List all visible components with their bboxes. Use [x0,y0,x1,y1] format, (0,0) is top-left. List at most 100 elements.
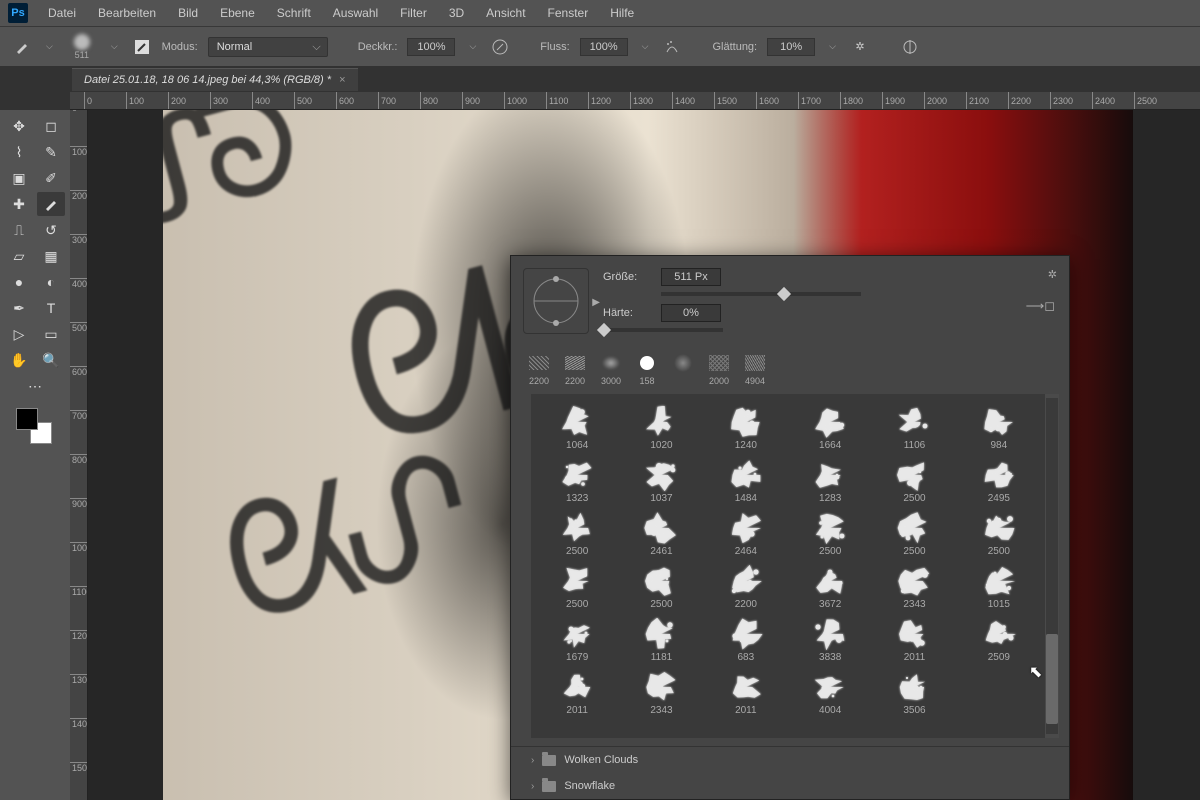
chevron-down-icon[interactable]: ⌵ [465,41,480,52]
eyedropper-tool[interactable]: ✐ [37,166,65,190]
menu-fenster[interactable]: Fenster [538,2,599,24]
gear-icon[interactable]: ✲ [850,37,870,57]
hardness-input[interactable]: 0% [661,304,721,322]
menu-auswahl[interactable]: Auswahl [323,2,388,24]
hand-tool[interactable]: ✋ [5,348,33,372]
brush-preview[interactable]: 511 [67,32,97,62]
brush-preset[interactable]: 2343 [872,561,956,614]
path-select-tool[interactable]: ▷ [5,322,33,346]
marquee-tool[interactable]: ◻ [37,114,65,138]
brush-preset[interactable]: 1015 [957,561,1041,614]
brush-preset[interactable]: 2500 [957,508,1041,561]
menu-schrift[interactable]: Schrift [267,2,321,24]
brush-preset[interactable]: 3506 [872,667,956,720]
chevron-down-icon[interactable]: ⌵ [638,41,653,52]
brush-preset[interactable]: 2011 [535,667,619,720]
recent-brush[interactable]: 158 [631,352,663,386]
size-input[interactable]: 511 Px [661,268,721,286]
brush-preset[interactable]: 2011 [704,667,788,720]
dodge-tool[interactable]: ◐ [37,270,65,294]
flow-input[interactable]: 100% [580,38,628,56]
more-tools[interactable]: ⋯ [21,374,49,398]
brush-preset[interactable]: 1181 [619,614,703,667]
chevron-down-icon[interactable]: ⌵ [42,41,57,52]
menu-ansicht[interactable]: Ansicht [476,2,535,24]
size-slider[interactable] [661,292,861,296]
recent-brush[interactable]: 2000 [703,352,735,386]
opacity-input[interactable]: 100% [407,38,455,56]
foreground-color[interactable] [16,408,38,430]
type-tool[interactable]: T [37,296,65,320]
brush-preset[interactable]: 2500 [872,455,956,508]
brush-preset[interactable]: 1664 [788,402,872,455]
scrollbar[interactable] [1045,394,1059,738]
blend-mode-select[interactable]: Normal [208,37,328,57]
smoothing-input[interactable]: 10% [767,38,815,56]
brush-preset[interactable]: 1037 [619,455,703,508]
menu-3d[interactable]: 3D [439,2,474,24]
history-brush-tool[interactable]: ↺ [37,218,65,242]
brush-preset[interactable]: 2200 [704,561,788,614]
chevron-down-icon[interactable]: ⌵ [825,41,840,52]
tool-preset-icon[interactable] [12,37,32,57]
brush-grid[interactable]: 1064102012401664110698413231037148412832… [531,394,1045,738]
brush-folder[interactable]: ›Snowflake [511,773,1069,799]
brush-preset[interactable]: 2464 [704,508,788,561]
shape-tool[interactable]: ▭ [37,322,65,346]
pen-tool[interactable]: ✒ [5,296,33,320]
brush-preset[interactable]: 984 [957,402,1041,455]
brush-folder[interactable]: ›Wolken Clouds [511,747,1069,773]
brush-preset[interactable]: 1020 [619,402,703,455]
recent-brush[interactable]: 2200 [559,352,591,386]
brush-preset[interactable]: 1323 [535,455,619,508]
gradient-tool[interactable]: ▦ [37,244,65,268]
recent-brush[interactable]: 3000 [595,352,627,386]
scrollbar-thumb[interactable] [1046,634,1058,724]
recent-brush[interactable]: 4904 [739,352,771,386]
brush-preset[interactable]: 2343 [619,667,703,720]
arrow-right-icon[interactable]: ▶ [592,297,600,308]
brush-preset[interactable]: 4004 [788,667,872,720]
hardness-slider[interactable] [603,328,723,332]
brush-preset[interactable]: 1240 [704,402,788,455]
brush-tool[interactable] [37,192,65,216]
document-tab[interactable]: Datei 25.01.18, 18 06 14.jpeg bei 44,3% … [72,68,358,91]
brush-preset[interactable]: 1679 [535,614,619,667]
blur-tool[interactable]: ● [5,270,33,294]
menu-hilfe[interactable]: Hilfe [600,2,644,24]
close-icon[interactable]: × [339,74,345,86]
zoom-tool[interactable]: 🔍 [37,348,65,372]
brush-preset[interactable]: 2500 [788,508,872,561]
symmetry-icon[interactable] [900,37,920,57]
brush-preset[interactable]: 3838 [788,614,872,667]
lasso-tool[interactable]: ⌇ [5,140,33,164]
color-swatch[interactable] [16,408,52,444]
gear-icon[interactable]: ✲ [1048,268,1057,281]
recent-brush[interactable]: 2200 [523,352,555,386]
move-tool[interactable]: ✥ [5,114,33,138]
brush-panel-toggle-icon[interactable] [132,37,152,57]
brush-preset[interactable]: 1283 [788,455,872,508]
brush-preset[interactable]: 2500 [535,561,619,614]
brush-preset[interactable]: 2509 [957,614,1041,667]
ruler-vertical[interactable]: 0100200300400500600700800900100011001200… [70,110,88,800]
brush-preset[interactable]: 1064 [535,402,619,455]
snap-panel-icon[interactable]: ⟶◻ [1026,298,1055,314]
menu-datei[interactable]: Datei [38,2,86,24]
menu-ebene[interactable]: Ebene [210,2,265,24]
brush-preset[interactable]: 1484 [704,455,788,508]
recent-brush[interactable] [667,352,699,386]
pressure-opacity-icon[interactable] [490,37,510,57]
brush-preset[interactable]: 2500 [535,508,619,561]
menu-bild[interactable]: Bild [168,2,208,24]
brush-preset[interactable]: 2461 [619,508,703,561]
menu-bearbeiten[interactable]: Bearbeiten [88,2,166,24]
stamp-tool[interactable]: ⎍ [5,218,33,242]
quick-select-tool[interactable]: ✎ [37,140,65,164]
airbrush-icon[interactable] [662,37,682,57]
brush-preset[interactable]: 2500 [619,561,703,614]
menu-filter[interactable]: Filter [390,2,437,24]
eraser-tool[interactable]: ▱ [5,244,33,268]
brush-angle-control[interactable]: ▶ [523,268,589,334]
brush-preset[interactable]: 1106 [872,402,956,455]
